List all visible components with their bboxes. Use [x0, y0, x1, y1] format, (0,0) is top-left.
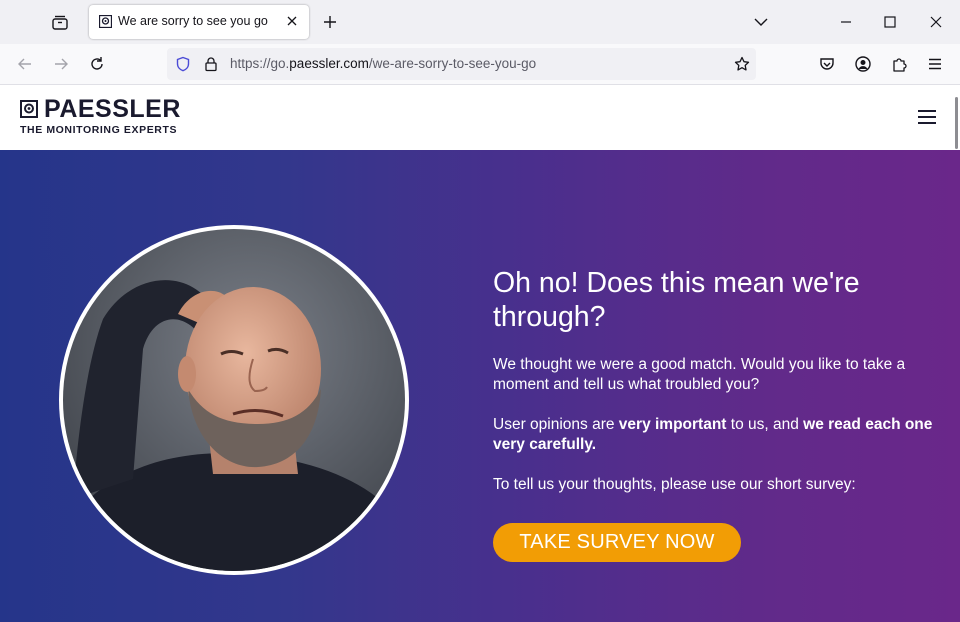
app-menu-icon[interactable] — [926, 55, 944, 73]
url-path: /we-are-sorry-to-see-you-go — [368, 56, 537, 71]
minimize-icon[interactable] — [837, 13, 855, 31]
hero-photo-frame — [59, 225, 409, 575]
reload-icon[interactable] — [88, 55, 106, 73]
para2-text-2: to us, and — [726, 416, 804, 433]
chevron-down-icon[interactable] — [752, 13, 770, 31]
url-host: paessler.com — [289, 56, 369, 71]
url-text[interactable]: https://go.paessler.com/we-are-sorry-to-… — [230, 56, 536, 71]
new-tab-icon[interactable] — [321, 13, 339, 31]
hero-paragraph-1: We thought we were a good match. Would y… — [493, 356, 906, 393]
browser-tab-strip: We are sorry to see you go — [0, 0, 960, 44]
pocket-icon[interactable] — [818, 55, 836, 73]
firefox-view-icon[interactable] — [48, 11, 72, 33]
hero-heading: Oh no! Does this mean we're through? — [493, 267, 860, 333]
hero-text-block: Oh no! Does this mean we're through? We … — [493, 266, 943, 515]
back-arrow-icon[interactable] — [16, 55, 34, 73]
page-scrollbar[interactable] — [955, 97, 958, 149]
address-bar[interactable]: https://go.paessler.com/we-are-sorry-to-… — [167, 48, 756, 80]
account-icon[interactable] — [854, 55, 872, 73]
para2-bold-1: very important — [618, 416, 727, 433]
url-prefix: https://go. — [230, 56, 290, 71]
browser-nav-bar: https://go.paessler.com/we-are-sorry-to-… — [0, 44, 960, 85]
tracking-protection-shield-icon[interactable] — [175, 56, 191, 72]
maximize-icon[interactable] — [881, 13, 899, 31]
browser-tab[interactable]: We are sorry to see you go — [89, 5, 309, 39]
site-header: PAESSLER THE MONITORING EXPERTS — [0, 85, 960, 150]
tab-close-icon[interactable] — [284, 13, 300, 29]
hero-section: Oh no! Does this mean we're through? We … — [0, 150, 960, 622]
paessler-logo-mark-icon — [20, 100, 38, 118]
brand-name: PAESSLER — [44, 95, 181, 123]
hero-paragraph-3: To tell us your thoughts, please use our… — [493, 476, 856, 493]
forward-arrow-icon[interactable] — [52, 55, 70, 73]
lock-icon[interactable] — [203, 56, 219, 72]
brand-tagline: THE MONITORING EXPERTS — [20, 124, 178, 136]
extensions-puzzle-icon[interactable] — [891, 55, 909, 73]
paessler-favicon-icon — [99, 15, 112, 28]
bookmark-star-icon[interactable] — [734, 56, 750, 72]
hero-paragraph-2: User opinions are very important to us, … — [493, 415, 943, 455]
tab-title: We are sorry to see you go — [118, 14, 268, 28]
para2-text-1: User opinions are — [493, 416, 619, 433]
take-survey-button[interactable]: TAKE SURVEY NOW — [493, 523, 741, 562]
close-window-icon[interactable] — [927, 13, 945, 31]
hero-photo — [63, 229, 405, 571]
hamburger-menu-icon[interactable] — [917, 109, 937, 125]
